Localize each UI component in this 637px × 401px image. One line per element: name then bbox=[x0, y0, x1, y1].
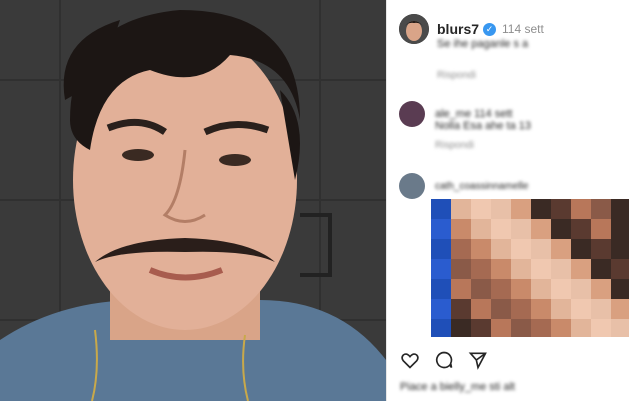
mosaic-cell bbox=[611, 199, 629, 219]
mosaic-cell bbox=[511, 239, 531, 259]
mosaic-cell bbox=[511, 279, 531, 299]
mosaic-cell bbox=[511, 319, 531, 337]
mosaic-cell bbox=[571, 299, 591, 319]
mosaic-cell bbox=[531, 239, 551, 259]
mosaic-cell bbox=[511, 299, 531, 319]
mosaic-cell bbox=[611, 319, 629, 337]
mosaic-cell bbox=[491, 319, 511, 337]
mosaic-cell bbox=[471, 279, 491, 299]
comment-2: cath_coassinnamelle bbox=[399, 173, 528, 199]
mosaic-cell bbox=[591, 299, 611, 319]
mosaic-cell bbox=[451, 239, 471, 259]
mosaic-cell bbox=[591, 239, 611, 259]
mosaic-cell bbox=[451, 319, 471, 337]
avatar[interactable] bbox=[399, 14, 429, 44]
mosaic-cell bbox=[571, 199, 591, 219]
mosaic-cell bbox=[491, 199, 511, 219]
heart-icon[interactable] bbox=[400, 350, 420, 370]
mosaic-cell bbox=[491, 259, 511, 279]
mosaic-cell bbox=[551, 219, 571, 239]
avatar[interactable] bbox=[399, 101, 425, 127]
mosaic-cell bbox=[551, 259, 571, 279]
mosaic-cell bbox=[591, 199, 611, 219]
mosaic-cell bbox=[551, 199, 571, 219]
mosaic-cell bbox=[431, 239, 451, 259]
mosaic-cell bbox=[471, 239, 491, 259]
mosaic-cell bbox=[591, 279, 611, 299]
mosaic-cell bbox=[451, 219, 471, 239]
mosaic-cell bbox=[551, 239, 571, 259]
mosaic-cell bbox=[431, 219, 451, 239]
mosaic-cell bbox=[511, 219, 531, 239]
mosaic-cell bbox=[531, 219, 551, 239]
mosaic-cell bbox=[431, 319, 451, 337]
mosaic-cell bbox=[471, 219, 491, 239]
mosaic-cell bbox=[611, 219, 629, 239]
mosaic-cell bbox=[531, 299, 551, 319]
mosaic-cell bbox=[591, 259, 611, 279]
verified-check-icon: ✓ bbox=[483, 22, 497, 36]
post-caption: Se ihe paganle s a bbox=[437, 38, 529, 50]
mosaic-cell bbox=[491, 299, 511, 319]
mosaic-cell bbox=[431, 279, 451, 299]
mosaic-cell bbox=[491, 219, 511, 239]
mosaic-cell bbox=[511, 199, 531, 219]
mosaic-cell bbox=[571, 259, 591, 279]
mosaic-cell bbox=[551, 299, 571, 319]
mosaic-cell bbox=[551, 279, 571, 299]
mosaic-cell bbox=[471, 299, 491, 319]
mosaic-cell bbox=[611, 279, 629, 299]
mosaic-cell bbox=[511, 259, 531, 279]
mosaic-cell bbox=[531, 279, 551, 299]
comment-1-text: Nolla Esa ahe ta 13 bbox=[435, 120, 532, 132]
mosaic-cell bbox=[431, 299, 451, 319]
comment-2-user[interactable]: cath_coassinnamelle bbox=[435, 181, 528, 192]
mosaic-cell bbox=[451, 259, 471, 279]
avatar[interactable] bbox=[399, 173, 425, 199]
username[interactable]: blurs7 bbox=[437, 21, 479, 37]
mosaic-cell bbox=[611, 259, 629, 279]
mosaic-cell bbox=[531, 319, 551, 337]
mosaic-cell bbox=[611, 239, 629, 259]
mosaic-cell bbox=[471, 199, 491, 219]
mosaic-cell bbox=[551, 319, 571, 337]
mosaic-cell bbox=[451, 299, 471, 319]
mosaic-cell bbox=[571, 239, 591, 259]
mosaic-cell bbox=[491, 279, 511, 299]
mosaic-cell bbox=[571, 319, 591, 337]
mosaic-cell bbox=[591, 219, 611, 239]
share-icon[interactable] bbox=[468, 350, 488, 370]
mosaic-cell bbox=[471, 319, 491, 337]
mosaic-cell bbox=[531, 259, 551, 279]
mosaic-cell bbox=[571, 279, 591, 299]
mosaic-cell bbox=[431, 259, 451, 279]
comment-2-image[interactable] bbox=[431, 199, 629, 337]
mosaic-cell bbox=[491, 239, 511, 259]
post-photo bbox=[0, 0, 386, 401]
likes-text: Piace a bielly_me sti alt bbox=[400, 381, 515, 393]
post-reply-link[interactable]: Rispondi bbox=[437, 70, 476, 81]
mosaic-cell bbox=[531, 199, 551, 219]
mosaic-cell bbox=[591, 319, 611, 337]
post-time: 114 sett bbox=[502, 22, 544, 36]
action-bar bbox=[400, 350, 488, 370]
mosaic-cell bbox=[571, 219, 591, 239]
comment-1-reply-link[interactable]: Rispondi bbox=[435, 140, 474, 151]
mosaic-cell bbox=[611, 299, 629, 319]
mosaic-cell bbox=[471, 259, 491, 279]
comment-1-user[interactable]: ale_me 114 sett bbox=[435, 108, 512, 120]
comment-icon[interactable] bbox=[434, 350, 454, 370]
mosaic-cell bbox=[451, 199, 471, 219]
mosaic-cell bbox=[431, 199, 451, 219]
mosaic-cell bbox=[451, 279, 471, 299]
